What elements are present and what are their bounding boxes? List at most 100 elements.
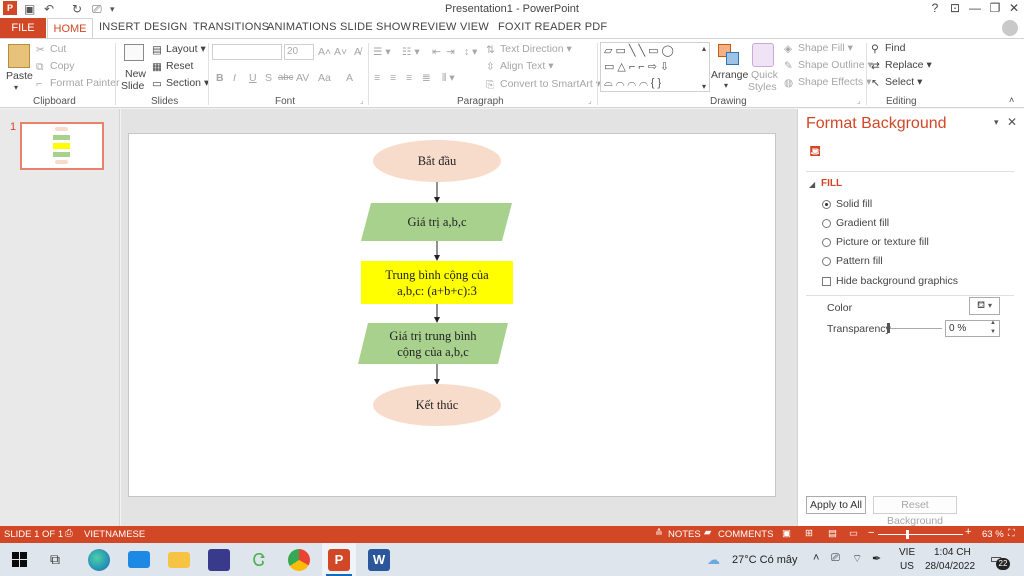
font-color-button[interactable]: A <box>346 72 353 84</box>
picture-texture-fill-label[interactable]: Picture or texture fill <box>836 236 929 248</box>
tab-file[interactable]: FILE <box>0 18 46 38</box>
pane-options-icon[interactable]: ▾ <box>994 117 999 128</box>
strikethrough-button[interactable]: abc <box>278 72 293 83</box>
tab-transitions[interactable]: TRANSITIONS <box>193 21 269 33</box>
format-painter-button[interactable]: ⌐ Format Painter <box>36 77 119 90</box>
tray-icon[interactable]: ⎚ <box>831 552 840 565</box>
shape-outline-button[interactable]: ✎ Shape Outline ▾ <box>784 59 873 72</box>
paragraph-dialog-launcher-icon[interactable]: ⌟ <box>588 96 592 105</box>
normal-view-icon[interactable]: ▣ <box>782 528 791 539</box>
clock-time[interactable]: 1:04 CH <box>934 547 971 558</box>
file-explorer-icon[interactable] <box>168 552 190 568</box>
font-dialog-launcher-icon[interactable]: ⌟ <box>360 96 364 105</box>
fill-category-icon[interactable]: ⛾ <box>809 143 821 162</box>
zoom-in-icon[interactable]: + <box>965 526 971 538</box>
zoom-level[interactable]: 63 % <box>982 529 1004 540</box>
transparency-slider-handle[interactable] <box>887 323 890 333</box>
weather-text[interactable]: 27°C Có mây <box>732 554 798 566</box>
find-button[interactable]: ⚲ Find <box>871 42 905 55</box>
shrink-font-icon[interactable]: A˅ <box>334 46 347 58</box>
numbering-icon[interactable]: ☷ ▾ <box>402 46 420 58</box>
reading-view-icon[interactable]: ▤ <box>828 528 837 539</box>
paste-dropdown-icon[interactable]: ▾ <box>14 83 18 92</box>
help-button[interactable]: ? <box>924 1 946 15</box>
spin-up-icon[interactable]: ▲ <box>990 320 996 326</box>
word-taskbar-icon[interactable]: W <box>368 549 390 571</box>
pattern-fill-radio[interactable] <box>822 257 831 266</box>
gallery-more-icon[interactable]: ▾ <box>702 82 706 91</box>
input-language-line2[interactable]: US <box>900 561 914 572</box>
reset-background-button[interactable]: Reset Background <box>873 496 957 527</box>
tab-foxit-reader-pdf[interactable]: FOXIT READER PDF <box>498 21 607 33</box>
bold-button[interactable]: B <box>216 72 224 84</box>
shape-effects-button[interactable]: ◍ Shape Effects ▾ <box>784 76 871 89</box>
decrease-indent-icon[interactable]: ⇤ <box>432 46 441 58</box>
replace-button[interactable]: ⇄ Replace ▾ <box>871 59 932 72</box>
app-icon[interactable] <box>208 549 230 571</box>
spin-down-icon[interactable]: ▼ <box>990 329 996 335</box>
hide-background-label[interactable]: Hide background graphics <box>836 275 958 287</box>
windows-start-icon[interactable] <box>12 552 27 567</box>
drawing-dialog-launcher-icon[interactable]: ⌟ <box>857 96 861 105</box>
task-view-icon[interactable]: ⧉ <box>50 551 60 568</box>
font-size-box[interactable]: 20 <box>284 44 314 60</box>
slideshow-view-icon[interactable]: ▭ <box>849 528 858 539</box>
network-icon[interactable]: ⌔ <box>852 552 862 566</box>
tab-design[interactable]: DESIGN <box>144 21 187 33</box>
align-text-button[interactable]: ⇳ Align Text ▾ <box>486 60 554 73</box>
columns-icon[interactable]: ⫴ ▾ <box>442 72 455 85</box>
align-left-icon[interactable]: ≡ <box>374 72 380 84</box>
character-spacing-button[interactable]: AV <box>296 72 309 84</box>
pane-close-icon[interactable]: ✕ <box>1007 115 1017 129</box>
italic-button[interactable]: I <box>233 72 236 84</box>
increase-indent-icon[interactable]: ⇥ <box>446 46 455 58</box>
picture-texture-fill-radio[interactable] <box>822 238 831 247</box>
fill-section-header[interactable]: FILL <box>821 178 842 189</box>
tab-review[interactable]: REVIEW <box>412 21 457 33</box>
solid-fill-radio[interactable] <box>822 200 831 209</box>
justify-icon[interactable]: ≣ <box>422 72 431 84</box>
select-button[interactable]: ↖ Select ▾ <box>871 76 922 89</box>
gradient-fill-label[interactable]: Gradient fill <box>836 217 889 229</box>
align-right-icon[interactable]: ≡ <box>406 72 412 84</box>
slide-sorter-icon[interactable]: ⊞ <box>805 528 813 539</box>
font-name-box[interactable] <box>212 44 282 60</box>
copy-button[interactable]: ⧉ Copy <box>36 60 75 73</box>
slide-thumbnail[interactable] <box>20 122 104 170</box>
chevron-up-icon[interactable]: ˄ <box>813 552 819 564</box>
tab-animations[interactable]: ANIMATIONS <box>267 21 337 33</box>
apply-to-all-button[interactable]: Apply to All <box>806 496 866 514</box>
fill-collapse-icon[interactable]: ◢ <box>809 180 815 189</box>
shadow-button[interactable]: S <box>265 72 272 84</box>
shape-fill-button[interactable]: ◈ Shape Fill ▾ <box>784 42 853 55</box>
convert-smartart-button[interactable]: ⎘ Convert to SmartArt ▾ <box>486 78 601 91</box>
account-avatar[interactable] <box>1002 20 1018 36</box>
input-language-line1[interactable]: VIE <box>899 547 915 558</box>
cut-button[interactable]: ✂ Cut <box>36 43 66 56</box>
underline-button[interactable]: U <box>249 72 257 84</box>
app-icon[interactable]: Ꮳ <box>248 549 270 571</box>
clear-formatting-icon[interactable]: A̸ <box>354 46 361 58</box>
bullets-icon[interactable]: ☰ ▾ <box>373 46 391 58</box>
layout-button[interactable]: ▤ Layout ▾ <box>152 43 206 56</box>
powerpoint-taskbar-icon[interactable]: P <box>328 549 350 571</box>
edge-browser-icon[interactable] <box>88 549 110 571</box>
solid-fill-label[interactable]: Solid fill <box>836 198 872 210</box>
reset-button[interactable]: ▦ Reset <box>152 60 193 73</box>
minimize-button[interactable]: — <box>964 1 986 15</box>
arrange-dropdown-icon[interactable]: ▾ <box>724 81 728 90</box>
language-indicator[interactable]: VIETNAMESE <box>84 529 145 540</box>
new-slide-button[interactable]: New <box>125 68 146 80</box>
clock-date[interactable]: 28/04/2022 <box>925 561 975 572</box>
gallery-scroll-up-icon[interactable]: ▴ <box>702 44 706 53</box>
zoom-out-icon[interactable]: − <box>868 527 874 539</box>
collapse-ribbon-icon[interactable]: ˄ <box>1009 95 1014 105</box>
gradient-fill-radio[interactable] <box>822 219 831 228</box>
hide-background-checkbox[interactable] <box>822 277 831 286</box>
notes-button[interactable]: NOTES <box>668 529 701 540</box>
tab-home[interactable]: HOME <box>47 18 93 39</box>
color-picker-button[interactable]: ⛾ ▾ <box>969 297 1000 315</box>
fit-to-window-icon[interactable]: ⛶ <box>1008 528 1015 539</box>
transparency-slider-track[interactable] <box>887 328 942 329</box>
tab-view[interactable]: VIEW <box>460 21 489 33</box>
